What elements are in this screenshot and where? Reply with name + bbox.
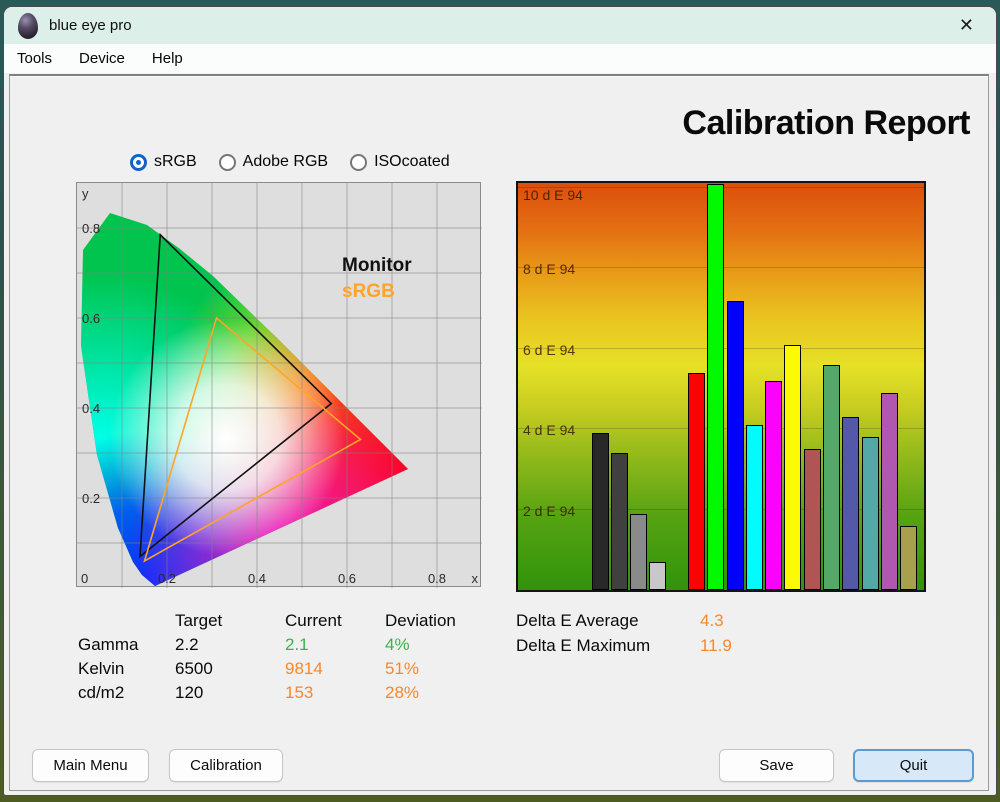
app-window: blue eye pro ✕ Tools Device Help sRGB Adobe… [3,6,997,796]
profile-option-srgb[interactable]: sRGB [130,153,197,171]
delta-e-value: 11.9 [700,636,790,661]
cie-horseshoe [77,183,482,588]
metric-target-value: 2.2 [175,635,285,659]
svg-text:0.2: 0.2 [158,571,176,586]
bar-chart-gridline-label: 10 d E 94 [523,187,583,203]
bar-chart-gridline-label: 6 d E 94 [523,342,575,358]
window-title: blue eye pro [49,17,132,34]
metric-row-label: Kelvin [78,659,175,683]
report-title: Calibration Report [682,104,970,143]
metric-row-label: Gamma [78,635,175,659]
bar-yellow [784,345,801,590]
bar-blue [727,301,744,590]
metric-current-value: 153 [285,683,385,707]
svg-text:0.4: 0.4 [82,401,100,416]
bar-sea-green [823,365,840,590]
close-icon[interactable]: ✕ [951,14,982,37]
menu-item-tools[interactable]: Tools [17,47,52,70]
calibration-metrics-table: TargetCurrentDeviation Gamma2.22.14% Kelvi… [78,611,495,707]
bar-olive [900,526,917,590]
quit-button[interactable]: Quit [853,749,974,782]
legend-monitor: Monitor [342,253,412,279]
menu-bar: Tools Device Help [4,44,996,73]
metric-deviation-value: 4% [385,635,495,659]
target-profile-radio-group: sRGB Adobe RGB ISOcoated [130,153,450,171]
metrics-corner-cell [78,611,175,635]
title-bar: blue eye pro ✕ [4,7,996,44]
metric-row-label: cd/m2 [78,683,175,707]
bar-chart-gridline-label: 8 d E 94 [523,261,575,277]
content-panel: sRGB Adobe RGB ISOcoated Calibration Repor… [9,74,989,791]
svg-text:0.8: 0.8 [82,221,100,236]
svg-text:y: y [82,186,89,201]
delta-e-bar-chart: 2 d E 94 4 d E 94 6 d E 94 8 d E 94 10 d E 9… [516,181,926,592]
bar-cyan [746,425,763,590]
delta-e-label: Delta E Maximum [516,636,700,661]
svg-text:0.6: 0.6 [82,311,100,326]
profile-option-label: sRGB [154,153,197,171]
delta-e-summary: Delta E Average4.3Delta E Maximum11.9 [516,611,790,661]
bar-gray [630,514,647,590]
app-egg-icon [18,13,38,39]
menu-item-help[interactable]: Help [152,47,183,70]
calibration-button[interactable]: Calibration [169,749,283,782]
svg-text:0.8: 0.8 [428,571,446,586]
metrics-header-deviation: Deviation [385,611,495,635]
metric-target-value: 120 [175,683,285,707]
radio-icon [350,154,367,171]
bar-magenta [765,381,782,590]
metric-deviation-value: 28% [385,683,495,707]
metric-current-value: 9814 [285,659,385,683]
save-button[interactable]: Save [719,749,834,782]
legend-srgb: sRGB [342,279,412,305]
svg-text:0.2: 0.2 [82,491,100,506]
radio-selected-icon [130,154,147,171]
bar-slate-blue [842,417,859,590]
bar-brown [804,449,821,590]
metric-deviation-value: 51% [385,659,495,683]
menu-item-device[interactable]: Device [79,47,125,70]
svg-text:0.6: 0.6 [338,571,356,586]
bar-green [707,184,724,590]
cie-chromaticity-chart: 0 0.2 0.4 0.6 0.8 0.2 0.4 0.6 0.8 y x MonitorsRGB [76,182,481,587]
profile-option-label: ISOcoated [374,153,450,171]
metrics-header-target: Target [175,611,285,635]
profile-option-label: Adobe RGB [243,153,328,171]
metric-current-value: 2.1 [285,635,385,659]
svg-text:0: 0 [81,571,88,586]
bar-red [688,373,705,590]
bar-chart-gridline-label: 4 d E 94 [523,422,575,438]
svg-text:x: x [472,571,479,586]
bar-chart-gridline-label: 2 d E 94 [523,503,575,519]
metrics-header-current: Current [285,611,385,635]
bar-light-gray [649,562,666,590]
profile-option-isocoated[interactable]: ISOcoated [350,153,450,171]
bar-teal [862,437,879,590]
svg-text:0.4: 0.4 [248,571,266,586]
delta-e-label: Delta E Average [516,611,700,636]
profile-option-adobe-rgb[interactable]: Adobe RGB [219,153,328,171]
main-menu-button[interactable]: Main Menu [32,749,149,782]
delta-e-value: 4.3 [700,611,790,636]
metric-target-value: 6500 [175,659,285,683]
radio-icon [219,154,236,171]
bar-black [592,433,609,590]
bar-orchid [881,393,898,590]
bar-dark-gray [611,453,628,590]
gamut-legend: MonitorsRGB [342,253,412,305]
